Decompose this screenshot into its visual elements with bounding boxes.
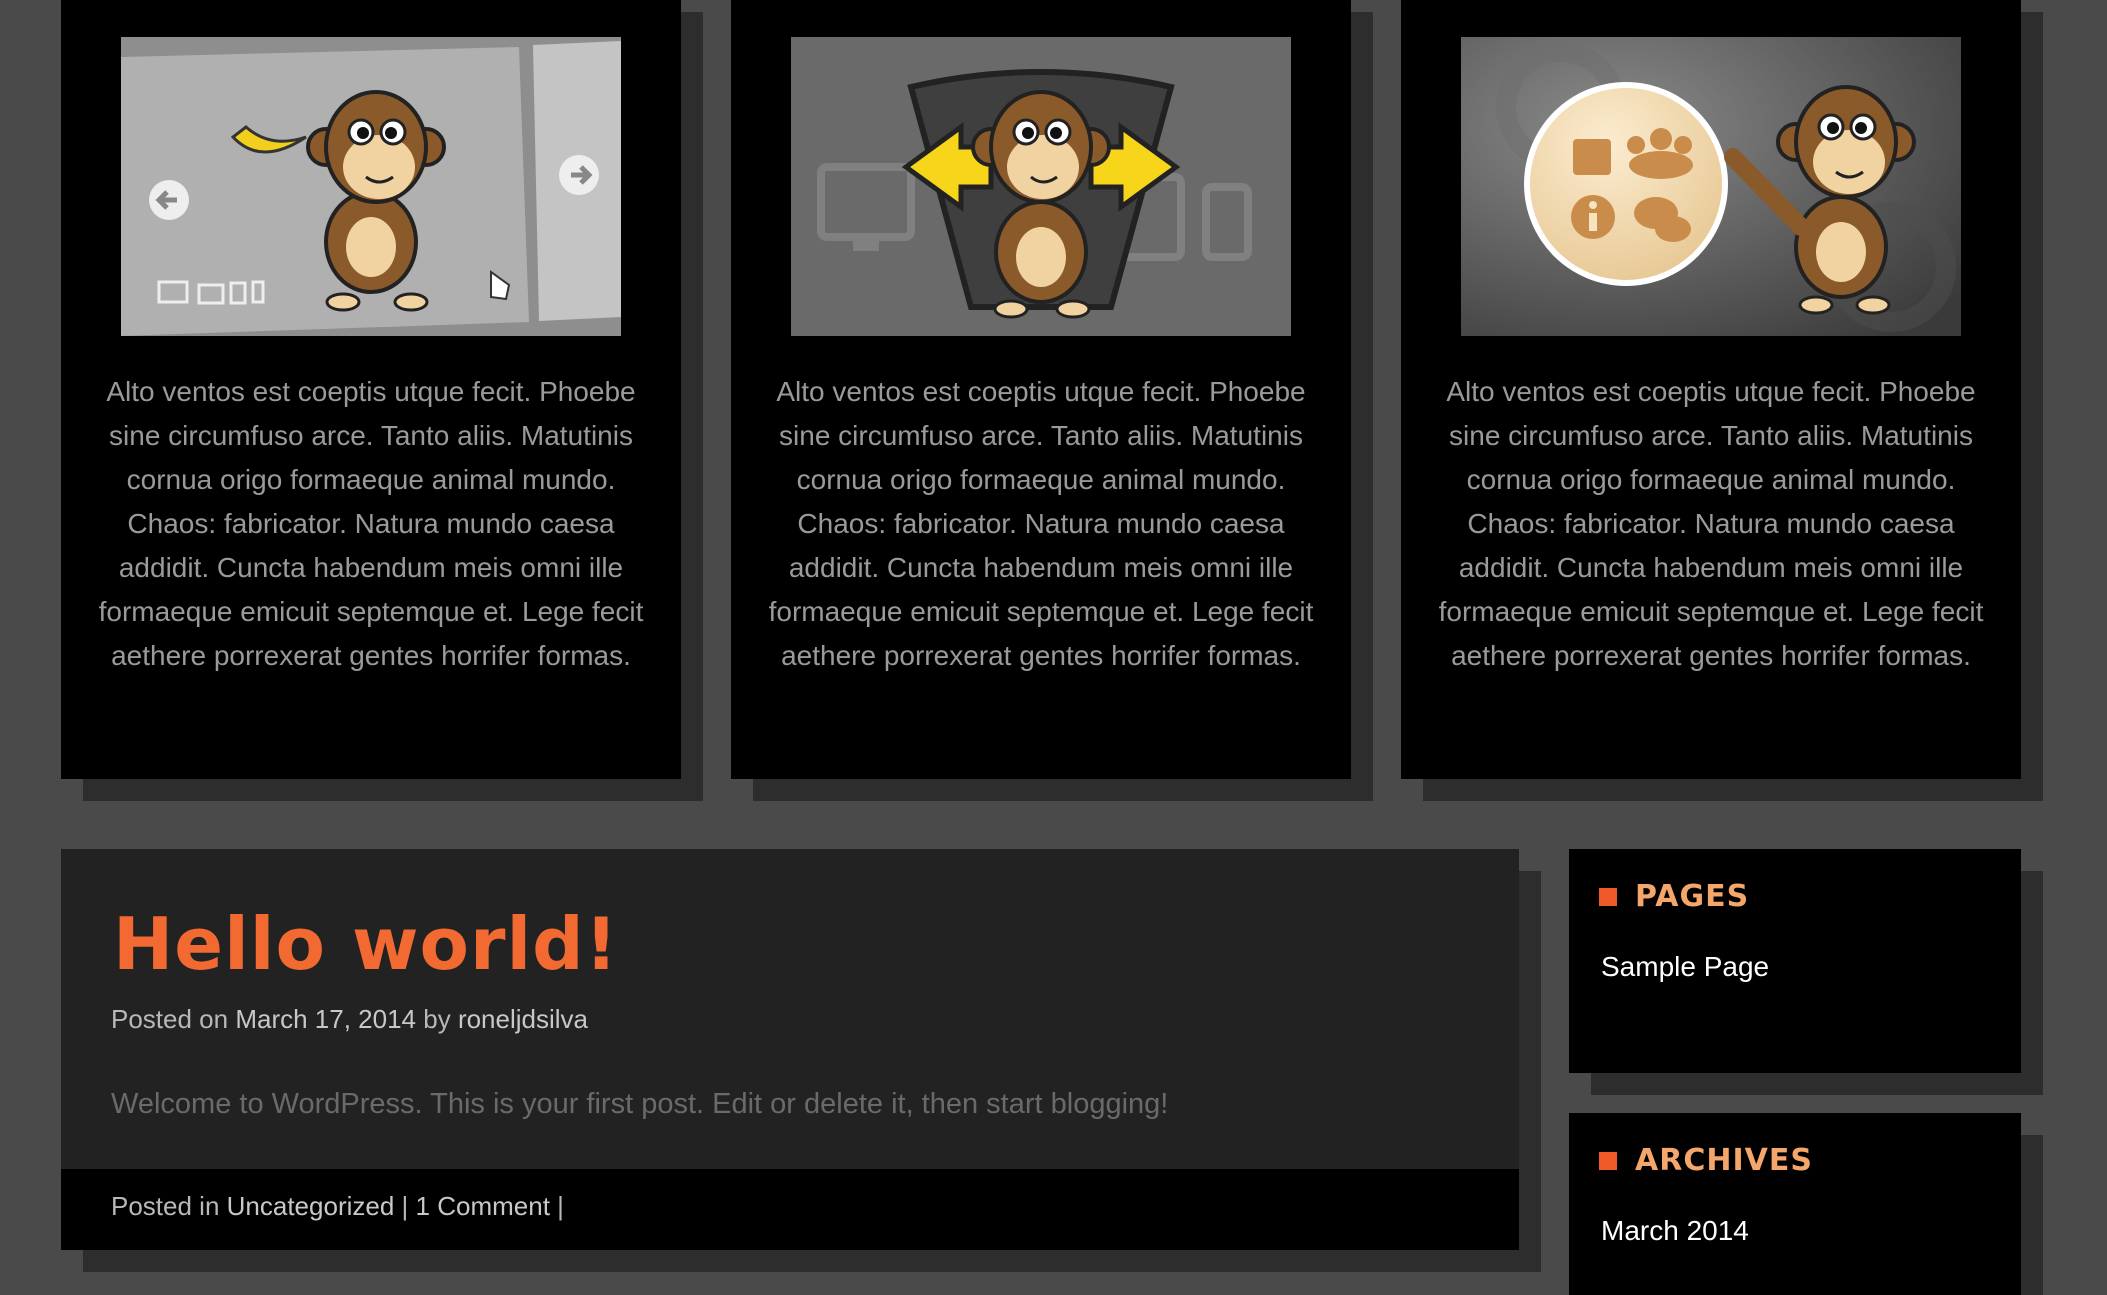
archives-widget-title: ARCHIVES — [1599, 1143, 1813, 1178]
archives-widget-title-text: ARCHIVES — [1635, 1143, 1813, 1178]
separator: | — [401, 1191, 409, 1221]
post-title[interactable]: Hello world! — [113, 902, 619, 986]
post-author-link[interactable]: roneljdsilva — [458, 1004, 588, 1034]
feature-image-2 — [791, 37, 1291, 336]
feature-image-3 — [1461, 37, 1961, 336]
archives-widget: ARCHIVES March 2014 — [1569, 1113, 2021, 1295]
separator: | — [557, 1191, 564, 1221]
pages-widget: PAGES Sample Page — [1569, 849, 2021, 1073]
feature-box-3: Alto ventos est coeptis utque fecit. Pho… — [1401, 0, 2021, 779]
post-date-link[interactable]: March 17, 2014 — [235, 1004, 416, 1034]
feature-image-1 — [121, 37, 621, 336]
monkey-responsive-illustration-icon — [791, 37, 1291, 336]
archive-march-2014-link[interactable]: March 2014 — [1601, 1215, 1749, 1247]
feature-box-2: Alto ventos est coeptis utque fecit. Pho… — [731, 0, 1351, 779]
post-footer-meta: Posted in Uncategorized | 1 Comment | — [111, 1191, 564, 1222]
post-content: Welcome to WordPress. This is your first… — [111, 1088, 1169, 1120]
square-bullet-icon — [1599, 1151, 1617, 1170]
post-meta: Posted on March 17, 2014 by roneljdsilva — [111, 1004, 588, 1035]
monkey-slider-illustration-icon — [121, 37, 621, 336]
pages-widget-title: PAGES — [1599, 879, 1749, 914]
post-footer: Posted in Uncategorized | 1 Comment | — [61, 1169, 1519, 1250]
page: Alto ventos est coeptis utque fecit. Pho… — [0, 0, 2107, 1295]
category-link[interactable]: Uncategorized — [227, 1191, 395, 1221]
sample-page-link[interactable]: Sample Page — [1601, 951, 1769, 983]
feature-text-1: Alto ventos est coeptis utque fecit. Pho… — [98, 376, 644, 671]
monkey-widgets-illustration-icon — [1461, 37, 1961, 336]
comments-link[interactable]: 1 Comment — [416, 1191, 550, 1221]
square-bullet-icon — [1599, 887, 1617, 906]
posted-in-label: Posted in — [111, 1191, 220, 1221]
posted-on-label: Posted on — [111, 1004, 229, 1034]
feature-text-3: Alto ventos est coeptis utque fecit. Pho… — [1438, 376, 1984, 671]
feature-box-1: Alto ventos est coeptis utque fecit. Pho… — [61, 0, 681, 779]
pages-widget-title-text: PAGES — [1635, 879, 1750, 914]
by-label: by — [423, 1004, 451, 1034]
feature-text-2: Alto ventos est coeptis utque fecit. Pho… — [768, 376, 1314, 671]
